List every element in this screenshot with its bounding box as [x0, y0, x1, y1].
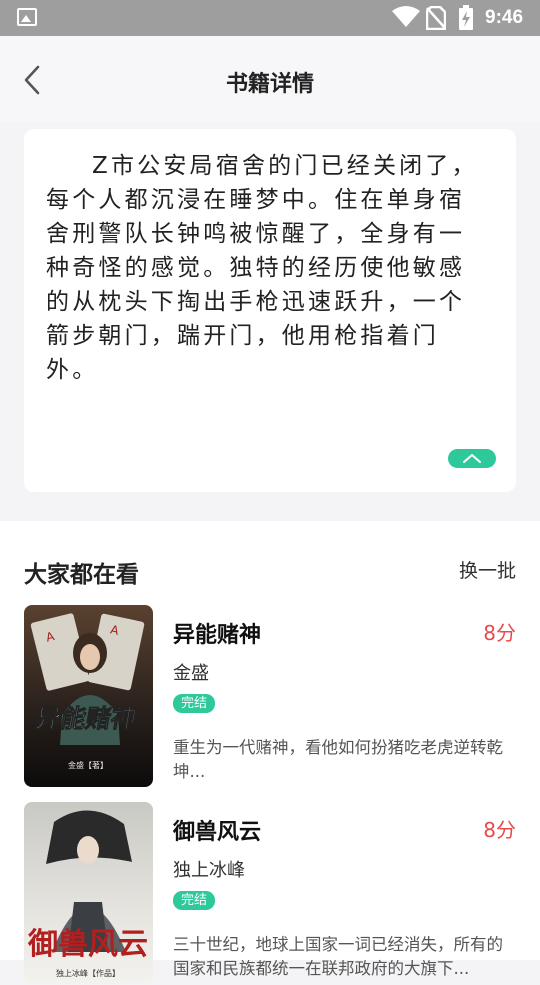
- cover-title: 御兽风云: [27, 927, 148, 962]
- battery-charging-icon: [459, 5, 473, 30]
- book-item[interactable]: 御兽风云 独上冰峰【作品】 御兽风云 8分 独上冰峰 完结 三十世纪，地球上国家…: [24, 802, 516, 985]
- book-intro: 三十世纪，地球上国家一词已经消失，所有的国家和民族都统一在联邦政府的大旗下...: [173, 935, 503, 978]
- book-author: 独上冰峰: [173, 860, 245, 881]
- recommendation-section: 大家都在看 换一批 A A 异能赌神 金盛【著】 异能赌神 8分 金盛 完结 重…: [0, 521, 540, 984]
- book-description: Z市公安局宿舍的门已经关闭了，每个人都沉浸在睡梦中。住在单身宿舍刑警队长钟鸣被惊…: [46, 153, 478, 383]
- book-description-card: Z市公安局宿舍的门已经关闭了，每个人都沉浸在睡梦中。住在单身宿舍刑警队长钟鸣被惊…: [24, 129, 516, 492]
- clock: 9:46: [485, 7, 524, 28]
- book-title: 御兽风云: [173, 820, 262, 845]
- collapse-button[interactable]: [448, 449, 496, 468]
- chevron-up-icon: [463, 454, 481, 463]
- wifi-icon: [392, 6, 420, 27]
- book-author: 金盛: [173, 663, 209, 684]
- refresh-button[interactable]: 换一批: [459, 556, 516, 583]
- nav-bar: 书籍详情: [0, 36, 540, 122]
- book-score: 8分: [483, 818, 516, 842]
- cover-author: 独上冰峰【作品】: [56, 968, 120, 978]
- status-badge: 完结: [173, 694, 216, 713]
- book-title: 异能赌神: [173, 623, 262, 648]
- book-score: 8分: [483, 621, 516, 645]
- book-intro: 重生为一代赌神，看他如何扮猪吃老虎逆转乾坤...: [173, 738, 503, 781]
- status-badge: 完结: [173, 891, 216, 910]
- section-title: 大家都在看: [24, 562, 139, 588]
- status-bar: 9:46: [0, 0, 540, 36]
- cover-author: 金盛【著】: [68, 760, 108, 770]
- gallery-notification-icon: [17, 8, 37, 26]
- cover-title: 异能赌神: [33, 704, 138, 733]
- book-cover: 御兽风云 独上冰峰【作品】: [24, 802, 153, 984]
- no-sim-icon: [426, 6, 446, 30]
- book-cover: A A 异能赌神 金盛【著】: [24, 605, 153, 787]
- book-item[interactable]: A A 异能赌神 金盛【著】 异能赌神 8分 金盛 完结 重生为一代赌神，看他如…: [24, 605, 516, 788]
- page-title: 书籍详情: [225, 72, 314, 97]
